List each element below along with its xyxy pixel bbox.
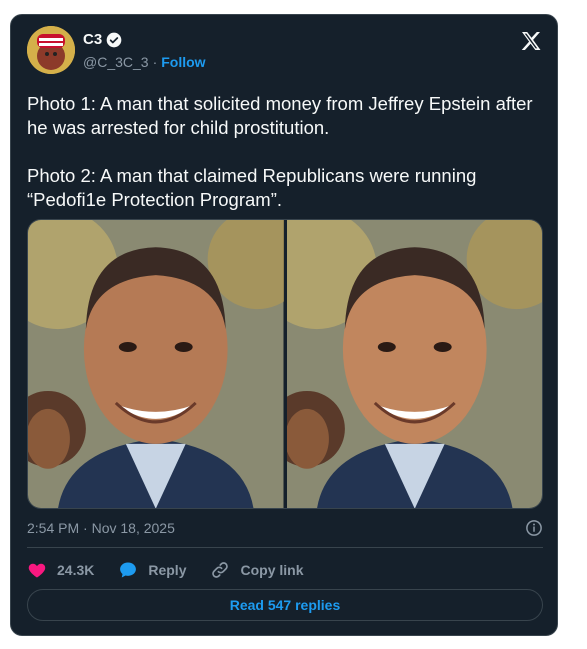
tweet-text: Photo 1: A man that solicited money from… — [27, 93, 533, 210]
handle-separator: · — [152, 54, 158, 70]
link-icon — [212, 562, 229, 578]
copy-link-label: Copy link — [240, 562, 304, 578]
copy-link-button[interactable]: Copy link — [210, 560, 304, 580]
verified-icon — [106, 32, 122, 47]
tweet-timestamp[interactable]: 2:54 PM · Nov 18, 2025 — [27, 520, 175, 536]
read-replies-button[interactable]: Read 547 replies — [27, 589, 543, 621]
photo-2[interactable] — [286, 220, 542, 508]
display-name[interactable]: C3 — [83, 31, 102, 48]
user-handle[interactable]: @C_3C_3 — [83, 54, 149, 70]
divider — [27, 547, 543, 548]
heart-icon — [28, 563, 46, 578]
avatar[interactable] — [27, 26, 75, 74]
like-count: 24.3K — [57, 562, 95, 578]
reply-bubble-icon — [120, 562, 137, 578]
read-replies-label: Read 547 replies — [229, 597, 341, 613]
photo-1[interactable] — [28, 220, 284, 508]
info-icon[interactable] — [525, 519, 543, 537]
reply-button[interactable]: Reply — [118, 560, 186, 580]
reply-label: Reply — [148, 562, 187, 578]
follow-link[interactable]: Follow — [161, 54, 205, 70]
tweet-media[interactable] — [27, 219, 543, 509]
like-button[interactable]: 24.3K — [27, 560, 94, 580]
x-logo-icon[interactable] — [519, 29, 543, 53]
embedded-tweet-card: C3 @C_3C_3 · Follow Photo 1: A man that … — [10, 14, 558, 636]
